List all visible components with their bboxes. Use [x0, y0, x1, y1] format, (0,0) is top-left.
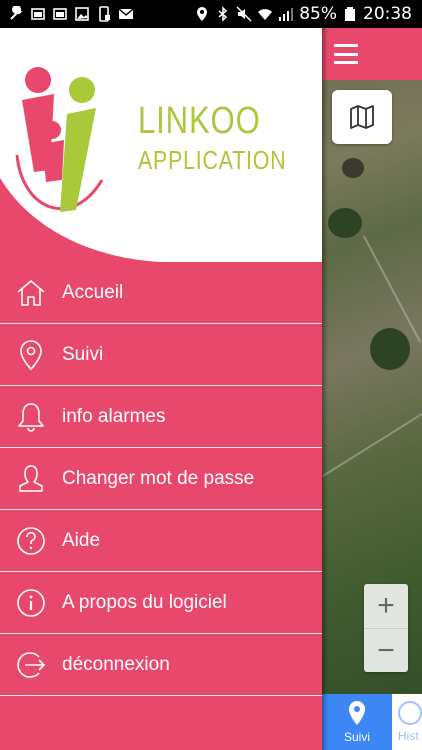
menu-item-label: info alarmes	[62, 405, 166, 427]
map-road	[322, 401, 422, 477]
logout-icon	[0, 634, 62, 696]
navigation-drawer: LINKOO APPLICATION Accueil Suivi info al…	[0, 28, 322, 750]
location-icon	[194, 6, 210, 22]
zoom-controls: + −	[364, 584, 408, 672]
mail-icon	[118, 6, 134, 22]
location-pin-icon	[349, 701, 365, 725]
clock: 20:38	[363, 4, 412, 24]
map-tree	[328, 208, 362, 238]
image-icon	[30, 6, 46, 22]
nav-tab-suivi[interactable]: Suivi	[322, 694, 392, 750]
menu-item-info-alarmes[interactable]: info alarmes	[0, 386, 322, 448]
battery-icon	[342, 6, 358, 22]
nav-tab-label: Hist	[398, 729, 419, 743]
map-icon	[350, 105, 374, 129]
home-icon	[0, 262, 62, 324]
signal-icon	[278, 6, 294, 22]
brand-subtitle: APPLICATION	[138, 145, 287, 175]
battery-percent: 85%	[299, 4, 337, 24]
hamburger-menu-icon[interactable]	[334, 44, 358, 64]
wifi-icon	[257, 6, 273, 22]
drawer-shadow	[322, 28, 328, 750]
zoom-in-button[interactable]: +	[364, 584, 408, 628]
menu-item-accueil[interactable]: Accueil	[0, 262, 322, 324]
map-building	[342, 158, 364, 178]
gallery-icon	[74, 6, 90, 22]
system-icons: 85% 20:38	[194, 4, 412, 24]
image-icon	[52, 6, 68, 22]
map-layers-button[interactable]	[332, 90, 392, 144]
map-view[interactable]: + − Suivi Hist	[322, 28, 422, 750]
menu-item-label: Accueil	[62, 281, 124, 303]
help-circle-icon	[0, 510, 62, 572]
zoom-out-button[interactable]: −	[364, 628, 408, 672]
linkoo-logo	[15, 67, 104, 212]
location-pin-icon	[0, 324, 62, 386]
map-road	[362, 235, 422, 343]
menu-item-deconnexion[interactable]: déconnexion	[0, 634, 322, 696]
menu-item-label: Suivi	[62, 343, 104, 365]
phone-icon	[96, 6, 112, 22]
map-tree	[370, 328, 410, 370]
status-bar: 85% 20:38	[0, 0, 422, 28]
notification-icons	[8, 6, 134, 22]
info-circle-icon	[0, 572, 62, 634]
menu-item-label: déconnexion	[62, 653, 170, 675]
menu-item-changer-mot-de-passe[interactable]: Changer mot de passe	[0, 448, 322, 510]
menu-item-aide[interactable]: Aide	[0, 510, 322, 572]
menu-item-label: Aide	[62, 529, 101, 551]
nav-tab-history[interactable]: Hist	[392, 694, 422, 750]
nav-tab-label: Suivi	[343, 730, 370, 744]
mute-icon	[236, 6, 252, 22]
bluetooth-icon	[215, 6, 231, 22]
menu-item-a-propos[interactable]: A propos du logiciel	[0, 572, 322, 634]
map-app-bar	[322, 28, 422, 80]
user-icon	[0, 448, 62, 510]
bell-icon	[0, 386, 62, 448]
menu-item-label: A propos du logiciel	[62, 591, 227, 613]
menu-item-label: Changer mot de passe	[62, 467, 255, 489]
menu-item-suivi[interactable]: Suivi	[0, 324, 322, 386]
drawer-menu: Accueil Suivi info alarmes Changer mot d…	[0, 262, 322, 696]
bottom-navigation: Suivi Hist	[322, 694, 422, 750]
drawer-header: LINKOO APPLICATION	[0, 28, 322, 262]
brand-name: LINKOO	[138, 100, 261, 142]
wrench-icon	[8, 6, 24, 22]
history-icon	[398, 701, 422, 725]
